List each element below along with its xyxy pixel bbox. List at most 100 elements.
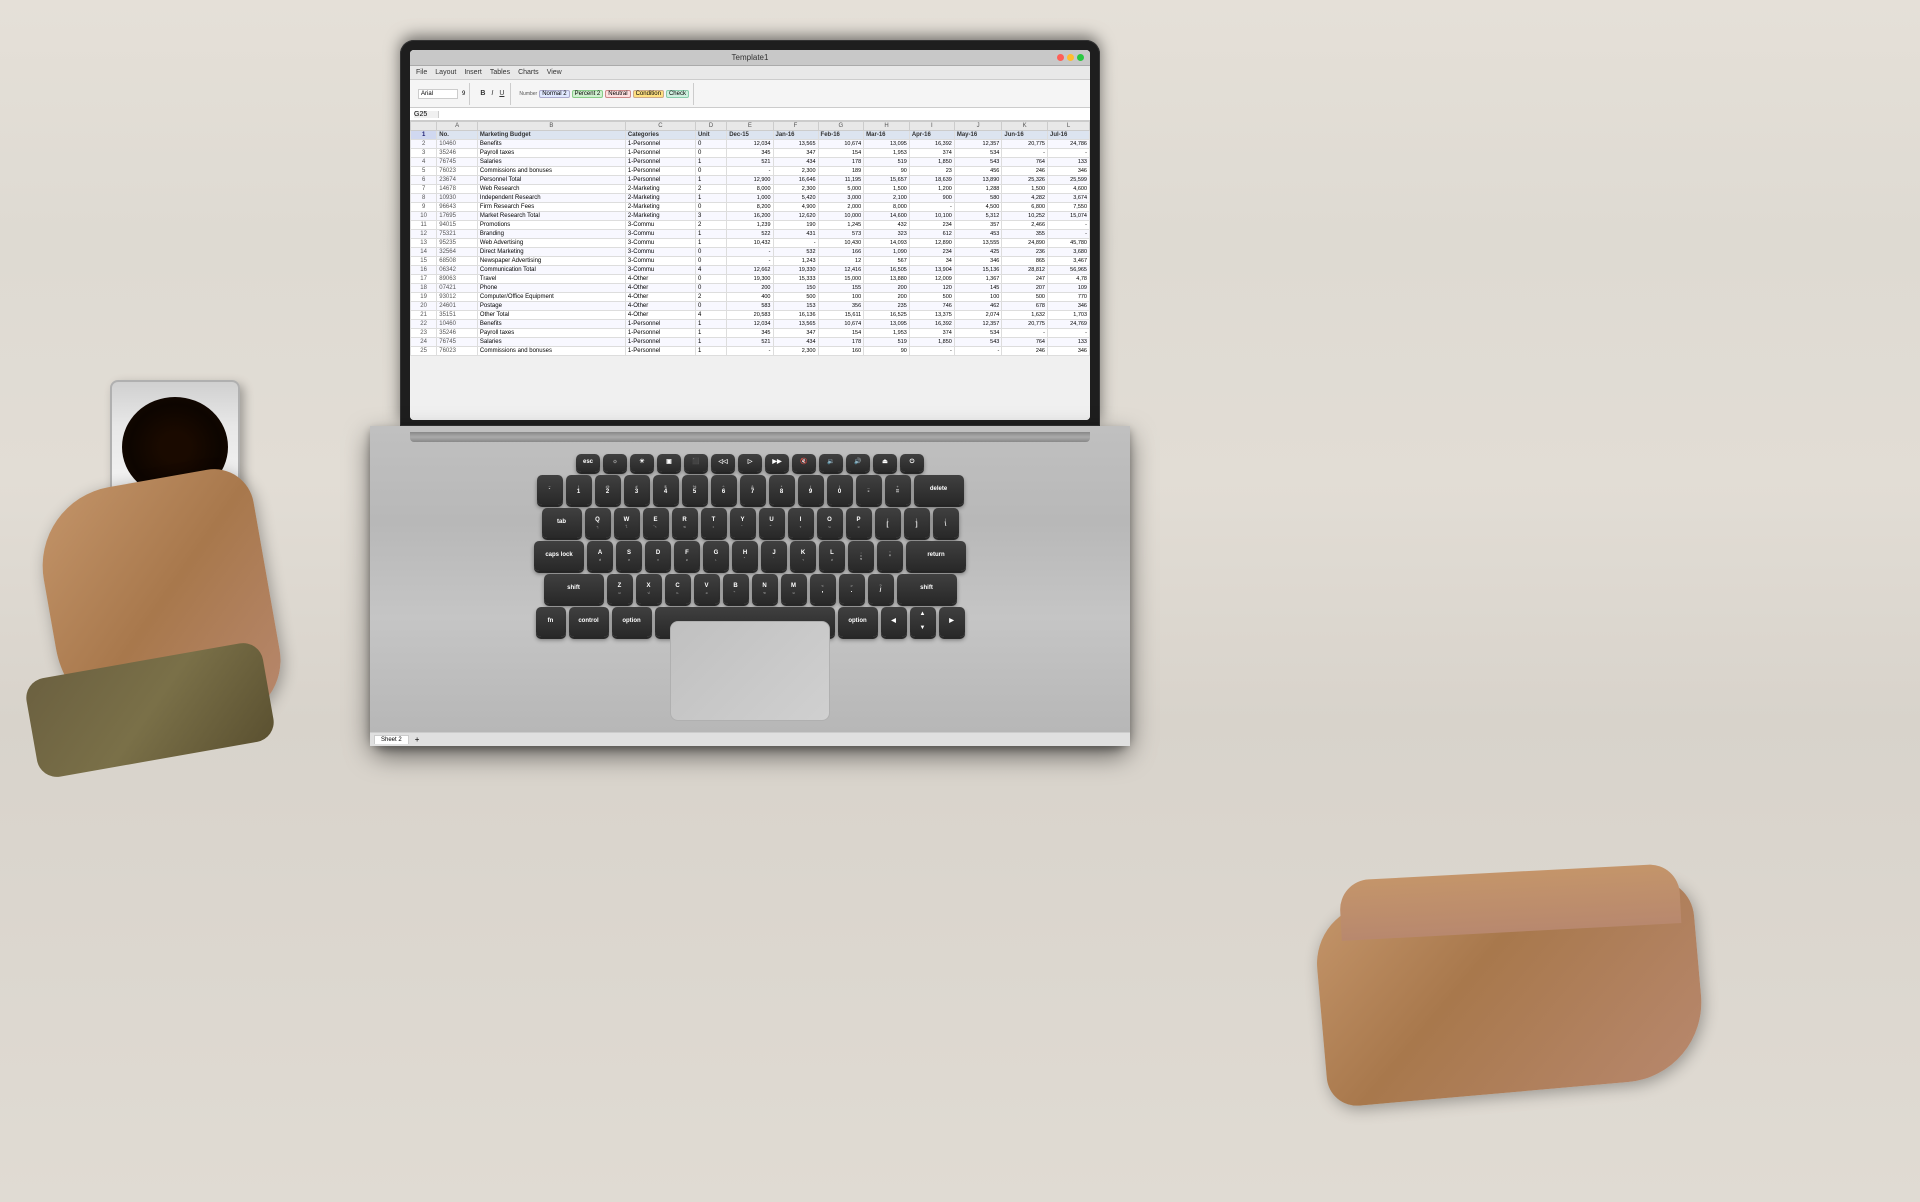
table-cell[interactable]: 153 [773,302,818,311]
table-cell[interactable]: - [1002,329,1048,338]
table-cell[interactable]: 13,904 [909,266,954,275]
key-e[interactable]: Eำ [643,508,669,538]
key-esc[interactable]: esc [576,454,600,472]
key-bracket-r[interactable]: }] [904,508,930,538]
table-cell[interactable]: 1,953 [864,149,910,158]
table-cell[interactable]: 10,430 [818,239,864,248]
table-cell[interactable]: Other Total [477,311,625,320]
table-cell[interactable]: 20,775 [1002,320,1048,329]
table-cell[interactable]: 8,000 [727,185,773,194]
table-cell[interactable]: 3,680 [1048,248,1090,257]
table-cell[interactable]: 155 [818,284,864,293]
table-cell[interactable]: 346 [954,257,1002,266]
table-cell[interactable]: - [1048,230,1090,239]
table-cell[interactable]: 1-Personnel [625,167,695,176]
table-cell[interactable]: 24,786 [1048,140,1090,149]
table-cell[interactable]: 5,420 [773,194,818,203]
key-arrow-right[interactable]: ▶ [939,607,965,637]
table-cell[interactable]: 612 [909,230,954,239]
table-cell[interactable]: 3-Commu [625,239,695,248]
table-cell[interactable]: 2,100 [864,194,910,203]
table-cell[interactable]: 347 [773,149,818,158]
table-cell[interactable]: 434 [773,338,818,347]
table-cell[interactable]: 543 [954,338,1002,347]
key-f2[interactable]: ☀ [630,454,654,472]
table-cell[interactable]: 19,330 [773,266,818,275]
key-6[interactable]: ^6 [711,475,737,505]
table-cell[interactable]: 13,565 [773,320,818,329]
table-cell[interactable]: 25,599 [1048,176,1090,185]
key-control[interactable]: control [569,607,609,637]
table-cell[interactable]: 1-Personnel [625,329,695,338]
table-cell[interactable]: 4-Other [625,293,695,302]
table-cell[interactable]: 900 [909,194,954,203]
table-cell[interactable]: 4-Other [625,275,695,284]
table-cell[interactable]: - [727,167,773,176]
table-cell[interactable]: 15,000 [818,275,864,284]
table-cell[interactable]: 2 [695,221,726,230]
table-cell[interactable]: 15,657 [864,176,910,185]
table-cell[interactable]: 13,890 [954,176,1002,185]
key-b[interactable]: Bิ [723,574,749,604]
table-cell[interactable]: 0 [695,149,726,158]
table-cell[interactable]: 1,500 [864,185,910,194]
table-cell[interactable]: 462 [954,302,1002,311]
table-cell[interactable]: 3,467 [1048,257,1090,266]
table-cell[interactable]: 400 [727,293,773,302]
table-cell[interactable]: 246 [1002,347,1048,356]
table-cell[interactable]: 567 [864,257,910,266]
table-cell[interactable]: 06342 [437,266,478,275]
key-power[interactable]: ⏻ [900,454,924,472]
table-cell[interactable]: 10,100 [909,212,954,221]
table-cell[interactable]: - [1002,149,1048,158]
key-q[interactable]: Qๆ [585,508,611,538]
minimize-btn[interactable] [1067,54,1074,61]
table-cell[interactable]: 1 [695,338,726,347]
table-cell[interactable]: 4-Other [625,311,695,320]
table-cell[interactable]: 100 [818,293,864,302]
table-cell[interactable]: 35246 [437,149,478,158]
table-cell[interactable]: 3-Commu [625,230,695,239]
key-slash[interactable]: ?/ [868,574,894,604]
table-cell[interactable]: 1 [695,176,726,185]
key-z[interactable]: Zผ [607,574,633,604]
table-cell[interactable]: Phone [477,284,625,293]
table-cell[interactable]: Benefits [477,140,625,149]
table-cell[interactable]: 24,890 [1002,239,1048,248]
table-cell[interactable]: 56,965 [1048,266,1090,275]
key-g[interactable]: Gเ [703,541,729,571]
table-cell[interactable]: 532 [773,248,818,257]
table-cell[interactable]: 1-Personnel [625,149,695,158]
table-cell[interactable]: 93012 [437,293,478,302]
table-cell[interactable]: 3-Commu [625,248,695,257]
table-cell[interactable]: 246 [1002,167,1048,176]
table-cell[interactable]: 19,300 [727,275,773,284]
key-a[interactable]: Aฟ [587,541,613,571]
table-cell[interactable]: 154 [818,329,864,338]
key-f5[interactable]: ◁◁ [711,454,735,472]
key-option-right[interactable]: option [838,607,878,637]
table-cell[interactable]: 355 [1002,230,1048,239]
key-m[interactable]: Mม [781,574,807,604]
table-cell[interactable]: 14,600 [864,212,910,221]
table-cell[interactable]: 583 [727,302,773,311]
key-i[interactable]: Iร [788,508,814,538]
table-cell[interactable]: 12,416 [818,266,864,275]
key-5[interactable]: %5 [682,475,708,505]
table-cell[interactable]: 2,000 [818,203,864,212]
table-cell[interactable]: 1,703 [1048,311,1090,320]
table-cell[interactable]: 10,674 [818,320,864,329]
table-cell[interactable]: 764 [1002,158,1048,167]
key-v[interactable]: Vอ [694,574,720,604]
table-cell[interactable]: 76023 [437,167,478,176]
table-cell[interactable]: 2-Marketing [625,212,695,221]
key-1[interactable]: !1 [566,475,592,505]
key-f1[interactable]: ☼ [603,454,627,472]
table-cell[interactable]: 4,600 [1048,185,1090,194]
key-minus[interactable]: _- [856,475,882,505]
table-cell[interactable]: Branding [477,230,625,239]
table-cell[interactable]: 10460 [437,140,478,149]
key-shift-right[interactable]: shift [897,574,957,604]
table-cell[interactable]: 16,392 [909,140,954,149]
table-cell[interactable]: 580 [954,194,1002,203]
